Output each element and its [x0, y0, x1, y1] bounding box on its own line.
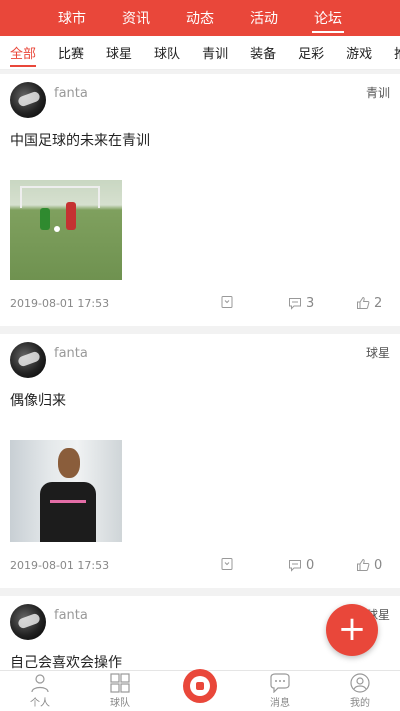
bottom-tab-bar: 个人 球队 消息 我的: [0, 669, 400, 711]
post-card[interactable]: fanta 青训 中国足球的未来在青训 2019-08-01 17:53 3 2: [0, 74, 400, 326]
tab-market[interactable]: 球市: [56, 4, 88, 32]
category-lottery[interactable]: 足彩: [298, 43, 324, 62]
post-meta: 2019-08-01 17:53 0 0: [10, 542, 390, 588]
bottom-tab-label: 我的: [350, 698, 370, 709]
post-tag: 青训: [365, 86, 390, 100]
tab-events[interactable]: 活动: [248, 4, 280, 32]
comment-button[interactable]: 3: [288, 296, 314, 311]
post-feed: fanta 青训 中国足球的未来在青训 2019-08-01 17:53 3 2: [0, 74, 400, 680]
post-text: 偶像归来: [10, 393, 66, 409]
username[interactable]: fanta: [54, 86, 88, 101]
avatar[interactable]: [10, 342, 46, 378]
post-date: 2019-08-01 17:53: [10, 558, 110, 572]
thumbs-up-icon: [357, 558, 370, 571]
tab-news[interactable]: 资讯: [120, 4, 152, 32]
post-image[interactable]: [10, 180, 122, 280]
comment-icon: [289, 559, 301, 572]
post-image[interactable]: [10, 440, 122, 542]
grid-icon: [110, 673, 130, 693]
category-more[interactable]: 推: [394, 43, 400, 62]
bottom-tab-label: 球队: [110, 698, 130, 709]
avatar[interactable]: [10, 604, 46, 640]
post-card[interactable]: fanta 球星 偶像归来 2019-08-01 17:53 0 0: [0, 334, 400, 588]
bottom-tab-personal[interactable]: 个人: [10, 673, 70, 709]
tab-feed[interactable]: 动态: [184, 4, 216, 32]
like-button[interactable]: 0: [356, 558, 382, 573]
category-gear[interactable]: 装备: [250, 43, 276, 62]
comment-icon: [289, 297, 301, 310]
message-icon: [270, 673, 290, 693]
person-icon: [31, 674, 49, 693]
post-text: 中国足球的未来在青训: [10, 133, 150, 149]
tab-forum[interactable]: 论坛: [312, 4, 344, 33]
bottom-tab-mine[interactable]: 我的: [330, 673, 390, 709]
category-all[interactable]: 全部: [10, 43, 37, 67]
comment-count: 3: [306, 295, 315, 311]
bottom-tab-home[interactable]: [170, 669, 230, 709]
like-button[interactable]: 2: [356, 296, 382, 311]
username[interactable]: fanta: [54, 346, 88, 361]
like-count: 2: [374, 295, 383, 311]
avatar[interactable]: [10, 82, 46, 118]
category-match[interactable]: 比赛: [58, 43, 84, 62]
category-teams[interactable]: 球队: [154, 43, 180, 62]
category-youth[interactable]: 青训: [202, 43, 228, 62]
bookmark-icon[interactable]: [220, 295, 234, 312]
bottom-tab-label: 个人: [30, 698, 50, 709]
comment-button[interactable]: 0: [288, 558, 314, 573]
category-bar: 全部 比赛 球星 球队 青训 装备 足彩 游戏 推: [0, 36, 400, 70]
football-icon: [183, 669, 217, 703]
post-header: fanta: [10, 342, 390, 378]
bottom-tab-teams[interactable]: 球队: [90, 673, 150, 709]
category-stars[interactable]: 球星: [106, 43, 132, 62]
like-count: 0: [374, 557, 383, 573]
new-post-button[interactable]: +: [326, 604, 378, 656]
post-header: fanta: [10, 82, 390, 118]
profile-icon: [350, 673, 370, 693]
category-games[interactable]: 游戏: [346, 43, 372, 62]
username[interactable]: fanta: [54, 608, 88, 623]
post-tag: 球星: [365, 346, 390, 360]
comment-count: 0: [306, 557, 315, 573]
bottom-tab-messages[interactable]: 消息: [250, 673, 310, 709]
bookmark-icon[interactable]: [220, 557, 234, 574]
post-date: 2019-08-01 17:53: [10, 296, 110, 310]
top-nav: 球市 资讯 动态 活动 论坛: [0, 0, 400, 36]
bottom-tab-label: 消息: [270, 698, 290, 709]
post-meta: 2019-08-01 17:53 3 2: [10, 280, 390, 326]
thumbs-up-icon: [357, 296, 370, 309]
